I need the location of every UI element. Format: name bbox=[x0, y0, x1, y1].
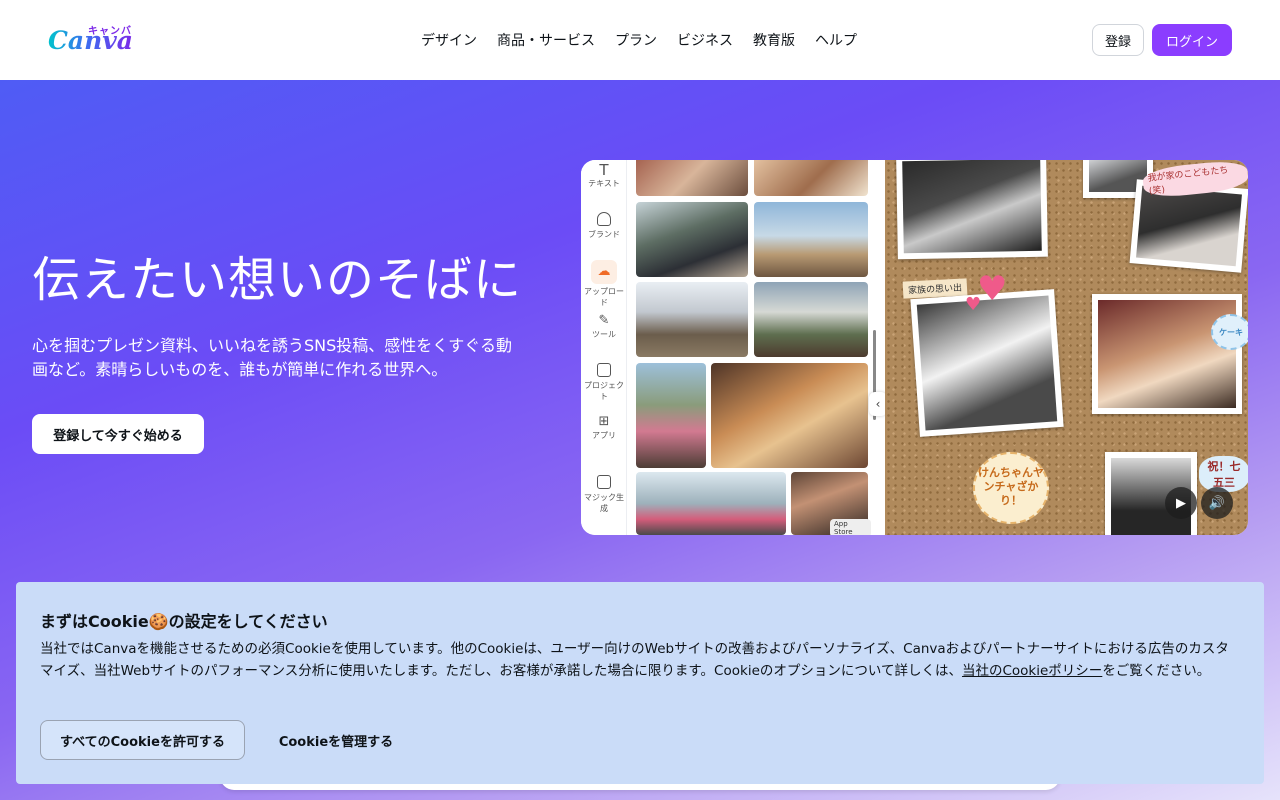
cloud-upload-icon: ☁ bbox=[591, 260, 617, 284]
sidebar-item-label: テキスト bbox=[588, 179, 620, 188]
note-cake: ケーキ bbox=[1211, 314, 1248, 350]
site-header: キャンバ Canva デザイン 商品・サービス プラン ビジネス 教育版 ヘルプ… bbox=[0, 0, 1280, 80]
sidebar-item-tools[interactable]: ✎ ツール bbox=[581, 313, 627, 340]
play-icon[interactable]: ▶ bbox=[1165, 487, 1197, 519]
sidebar-item-label: アプリ bbox=[592, 431, 616, 440]
nav-item-education[interactable]: 教育版 bbox=[753, 30, 795, 50]
board-photo bbox=[1092, 294, 1242, 414]
note-bubble: けんちゃんヤンチャざかり！ bbox=[973, 452, 1049, 524]
chevron-left-icon: ‹ bbox=[875, 397, 881, 411]
nav-item-products[interactable]: 商品・サービス bbox=[497, 30, 595, 50]
cookie-text-end: をご覧ください。 bbox=[1102, 663, 1211, 679]
corkboard-design: 我が家のこどもたち(笑) 家族の思い出 ♥ ♥ ケーキ けんちゃんヤンチャざかり… bbox=[885, 160, 1248, 535]
app-store-badge: App Store bbox=[830, 519, 871, 535]
photo-thumbnail[interactable] bbox=[636, 472, 786, 535]
cookie-banner: まずはCookie🍪の設定をしてください 当社ではCanvaを機能させるための必… bbox=[16, 582, 1264, 784]
hero-title: 伝えたい想いのそばに bbox=[32, 252, 523, 308]
nav-item-business[interactable]: ビジネス bbox=[677, 30, 733, 50]
sidebar-item-label: マジック生成 bbox=[584, 493, 624, 513]
volume-icon[interactable]: 🔊 bbox=[1201, 487, 1233, 519]
editor-sidebar: T テキスト ブランド ☁ アップロード ✎ ツール プロジェクト ⊞ アプリ bbox=[581, 160, 627, 535]
photo-thumbnail[interactable] bbox=[754, 160, 868, 196]
allow-all-cookies-button[interactable]: すべてのCookieを許可する bbox=[40, 720, 245, 760]
hero-subtitle: 心を掴むプレゼン資料、いいねを誘うSNS投稿、感性をくすぐる動画など。素晴らしい… bbox=[32, 336, 512, 379]
folder-icon bbox=[597, 363, 611, 377]
note-celebration: 祝！七五三 bbox=[1199, 456, 1248, 492]
photo-thumbnail[interactable] bbox=[711, 363, 868, 468]
photo-thumbnail[interactable] bbox=[636, 282, 748, 357]
photo-thumbnail[interactable] bbox=[636, 363, 706, 468]
photo-thumbnail[interactable] bbox=[636, 202, 748, 277]
cookie-title: まずはCookie🍪の設定をしてください bbox=[40, 612, 328, 631]
nav-item-design[interactable]: デザイン bbox=[421, 30, 477, 50]
board-photo bbox=[910, 289, 1064, 437]
editor-preview-video[interactable]: T テキスト ブランド ☁ アップロード ✎ ツール プロジェクト ⊞ アプリ bbox=[581, 160, 1248, 535]
sidebar-item-text[interactable]: T テキスト bbox=[581, 162, 627, 189]
pen-icon: ✎ bbox=[598, 313, 610, 328]
cookie-policy-link[interactable]: 当社のCookieポリシー bbox=[962, 663, 1102, 679]
heart-icon: ♥ bbox=[977, 269, 1008, 309]
logo-word: Canva bbox=[48, 26, 133, 55]
sidebar-item-projects[interactable]: プロジェクト bbox=[581, 363, 627, 402]
photo-thumbnail[interactable] bbox=[754, 282, 868, 357]
board-photo bbox=[896, 160, 1048, 260]
manage-cookies-button[interactable]: Cookieを管理する bbox=[261, 720, 411, 760]
login-button[interactable]: ログイン bbox=[1152, 24, 1232, 56]
sidebar-item-label: アップロード bbox=[584, 287, 624, 307]
sidebar-item-magic[interactable]: マジック生成 bbox=[581, 475, 627, 514]
apps-icon: ⊞ bbox=[598, 414, 610, 429]
heart-icon: ♥ bbox=[965, 294, 982, 315]
photo-thumbnail[interactable] bbox=[754, 202, 868, 277]
sidebar-item-label: ツール bbox=[592, 330, 616, 339]
sidebar-item-label: ブランド bbox=[588, 230, 620, 239]
signup-start-button[interactable]: 登録して今すぐ始める bbox=[32, 414, 204, 454]
sidebar-item-brand[interactable]: ブランド bbox=[581, 212, 627, 240]
nav-item-help[interactable]: ヘルプ bbox=[815, 30, 857, 50]
sidebar-item-upload[interactable]: ☁ アップロード bbox=[581, 260, 627, 308]
main-nav: デザイン 商品・サービス プラン ビジネス 教育版 ヘルプ bbox=[421, 30, 857, 50]
sidebar-item-label: プロジェクト bbox=[584, 381, 624, 401]
text-icon: T bbox=[599, 161, 609, 179]
nav-item-plans[interactable]: プラン bbox=[615, 30, 657, 50]
canva-logo[interactable]: キャンバ Canva bbox=[48, 20, 133, 60]
upload-photo-grid: App Store bbox=[631, 160, 871, 535]
cookie-description: 当社ではCanvaを機能させるための必須Cookieを使用しています。他のCoo… bbox=[40, 638, 1240, 682]
magic-icon bbox=[597, 475, 611, 489]
photo-thumbnail[interactable] bbox=[636, 160, 748, 196]
register-button[interactable]: 登録 bbox=[1092, 24, 1144, 56]
brand-icon bbox=[597, 212, 611, 226]
sidebar-item-apps[interactable]: ⊞ アプリ bbox=[581, 414, 627, 441]
